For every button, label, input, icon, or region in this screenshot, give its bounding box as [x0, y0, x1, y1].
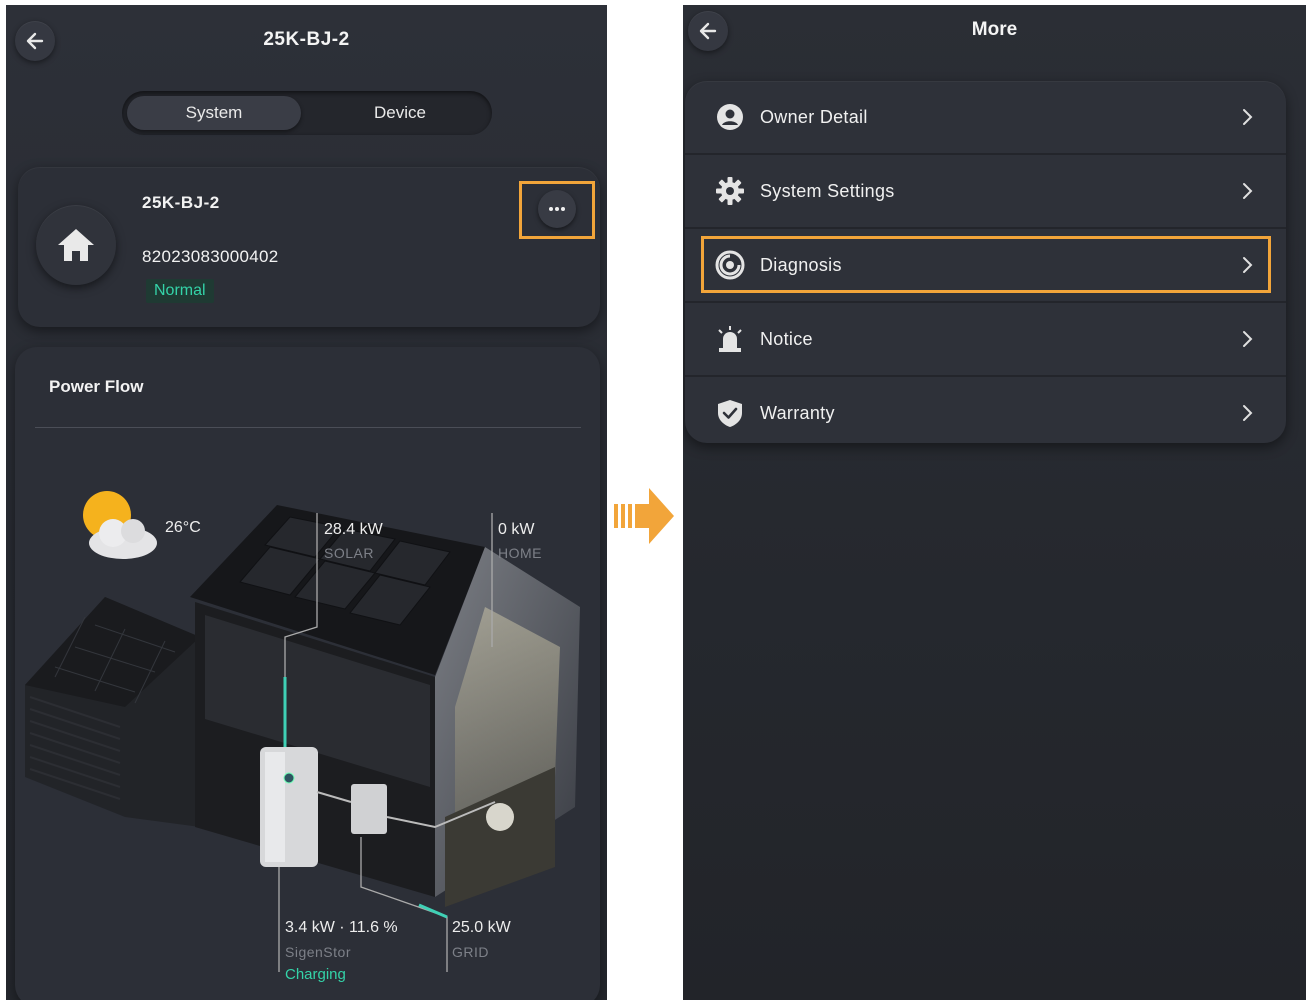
tab-device[interactable]: Device — [314, 96, 486, 130]
highlight-box-more — [519, 181, 595, 239]
home-avatar — [36, 205, 116, 285]
chevron-right-icon — [1243, 109, 1253, 125]
menu-label: Notice — [760, 328, 813, 349]
partly-cloudy-icon — [83, 491, 157, 559]
menu-item-warranty[interactable]: Warranty — [685, 377, 1286, 449]
page-title-more: More — [971, 19, 1018, 40]
battery-state: Charging — [285, 966, 346, 983]
weather-temperature: 26°C — [165, 519, 201, 536]
menu-label: Owner Detail — [760, 106, 868, 127]
menu-item-system-settings[interactable]: System Settings — [685, 155, 1286, 227]
chevron-right-icon — [1243, 405, 1253, 421]
battery-value: 3.4 kW · 11.6 % — [285, 919, 398, 936]
highlight-box-diagnosis — [701, 236, 1271, 293]
system-screen: 25K-BJ-2 System Device 25K-BJ-2 82023083… — [6, 5, 607, 1000]
chevron-right-icon — [1243, 183, 1253, 199]
battery-label: SigenStor — [285, 944, 351, 960]
page-title: 25K-BJ-2 — [263, 29, 350, 50]
chevron-right-icon — [1243, 331, 1253, 347]
view-toggle: System Device — [122, 91, 492, 135]
grid-label: GRID — [452, 944, 489, 960]
system-info-card: 25K-BJ-2 82023083000402 Normal — [18, 167, 600, 327]
user-icon — [714, 101, 746, 133]
solar-value: 28.4 kW — [324, 521, 383, 538]
shield-icon — [714, 397, 746, 429]
house-illustration — [25, 491, 580, 972]
home-label: HOME — [498, 545, 542, 561]
tab-system[interactable]: System — [127, 96, 301, 130]
home-icon — [58, 229, 94, 261]
menu-label: System Settings — [760, 180, 895, 201]
solar-label: SOLAR — [324, 545, 374, 561]
menu-item-notice[interactable]: Notice — [685, 303, 1286, 375]
system-serial: 82023083000402 — [142, 247, 279, 266]
menu-label: Warranty — [760, 402, 835, 423]
more-screen: More Owner Detail System Settings Diagno… — [683, 5, 1306, 1000]
power-flow-card: Power Flow 26°C 28.4 kW SOLAR 0 kW HOME … — [15, 347, 600, 1000]
home-value: 0 kW — [498, 521, 535, 538]
alarm-icon — [714, 323, 746, 355]
status-badge: Normal — [146, 279, 214, 303]
system-name: 25K-BJ-2 — [142, 193, 220, 212]
grid-value: 25.0 kW — [452, 919, 511, 936]
transition-arrow-icon — [614, 488, 674, 544]
menu-item-owner-detail[interactable]: Owner Detail — [685, 81, 1286, 153]
gear-icon — [714, 175, 746, 207]
